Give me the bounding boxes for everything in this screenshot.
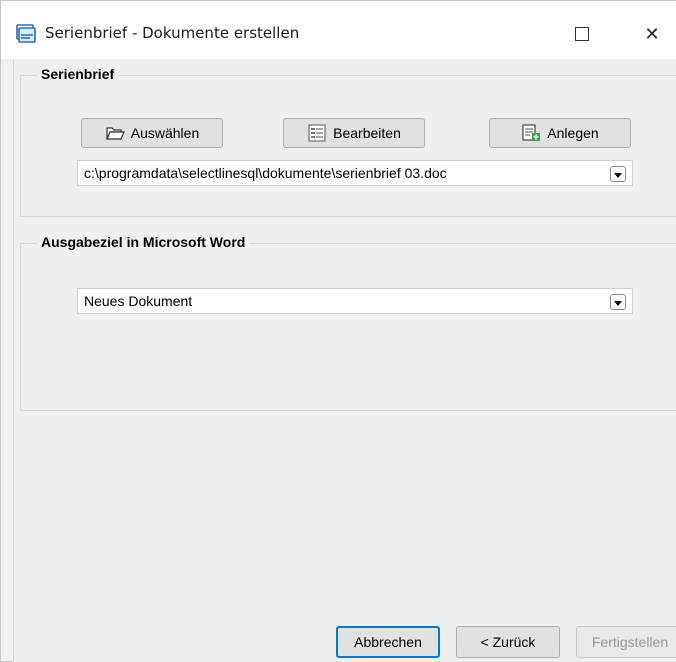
close-button[interactable]: ✕ (629, 15, 675, 53)
serienbrief-group: Serienbrief Auswählen Bearbeiten Anlegen… (20, 66, 676, 217)
list-edit-icon (308, 124, 326, 142)
new-document-icon (522, 124, 541, 141)
close-icon: ✕ (644, 23, 660, 44)
serienbrief-group-title: Serienbrief (37, 66, 119, 82)
auswaehlen-label: Auswählen (130, 125, 200, 141)
chevron-down-icon[interactable] (610, 294, 626, 310)
chevron-down-icon[interactable] (610, 166, 626, 182)
document-stack-icon (16, 24, 36, 43)
maximize-button[interactable] (559, 15, 605, 53)
auswaehlen-button[interactable]: Auswählen (81, 118, 223, 148)
bearbeiten-label: Bearbeiten (333, 125, 401, 141)
folder-open-icon (105, 127, 125, 140)
ausgabeziel-select[interactable]: Neues Dokument (77, 288, 633, 314)
abbrechen-button[interactable]: Abbrechen (336, 626, 440, 658)
ausgabeziel-group-title: Ausgabeziel in Microsoft Word (37, 234, 250, 250)
anlegen-label: Anlegen (547, 125, 599, 141)
serienbrief-path-select[interactable]: c:\programdata\selectlinesql\dokumente\s… (77, 160, 633, 186)
serienbrief-path-value: c:\programdata\selectlinesql\dokumente\s… (84, 165, 447, 181)
window-title: Serienbrief - Dokumente erstellen (45, 24, 300, 42)
anlegen-button[interactable]: Anlegen (489, 118, 631, 148)
fertigstellen-button[interactable]: Fertigstellen (576, 626, 676, 658)
zurueck-button[interactable]: < Zurück (456, 626, 560, 658)
ausgabeziel-value: Neues Dokument (84, 293, 193, 309)
dialog-content: Serienbrief Auswählen Bearbeiten Anlegen… (13, 59, 676, 662)
ausgabeziel-group: Ausgabeziel in Microsoft Word Neues Doku… (20, 234, 676, 411)
bearbeiten-button[interactable]: Bearbeiten (283, 118, 425, 148)
dialog-window: Serienbrief - Dokumente erstellen ✕ Seri… (0, 0, 676, 662)
title-bar: Serienbrief - Dokumente erstellen ✕ (1, 1, 676, 59)
maximize-icon (575, 27, 589, 41)
